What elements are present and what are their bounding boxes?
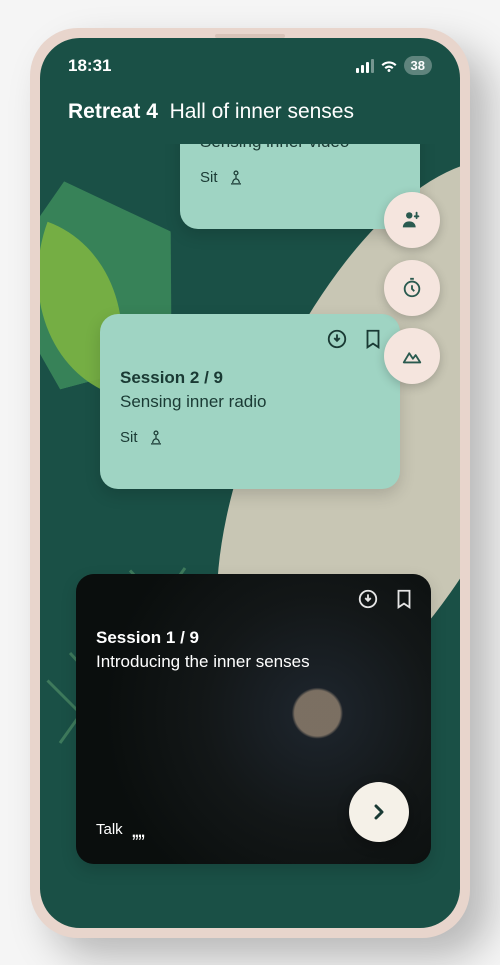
wifi-icon xyxy=(380,57,398,75)
chevron-right-icon xyxy=(367,800,391,824)
session-number: Session 1 / 9 xyxy=(96,628,411,648)
play-button[interactable] xyxy=(349,782,409,842)
profile-button[interactable] xyxy=(384,192,440,248)
meditation-icon xyxy=(226,168,246,188)
card-actions xyxy=(326,328,384,350)
session-type: Sit xyxy=(120,428,380,448)
signal-icon xyxy=(356,59,374,73)
status-time: 18:31 xyxy=(68,56,111,76)
landscape-button[interactable] xyxy=(384,328,440,384)
session-title: Sensing inner radio xyxy=(120,392,380,412)
session-title: Sensing inner video xyxy=(200,144,400,152)
quote-icon: ,,,, xyxy=(131,824,143,835)
session-card-1[interactable]: Session 1 / 9 Introducing the inner sens… xyxy=(76,574,431,864)
status-bar: 18:31 38 xyxy=(40,38,460,86)
retreat-number: Retreat 4 xyxy=(68,100,158,123)
session-title: Introducing the inner senses xyxy=(96,652,411,672)
bookmark-icon[interactable] xyxy=(362,328,384,350)
session-type: Talk ,,,, xyxy=(96,821,143,838)
session-type: Sit xyxy=(200,168,400,188)
timer-icon xyxy=(401,277,423,299)
mountain-icon xyxy=(401,345,423,367)
meditation-icon xyxy=(146,428,166,448)
phone-frame: 18:31 38 Retreat 4 Hall of inner senses xyxy=(30,28,470,938)
session-number: Session 2 / 9 xyxy=(120,368,380,388)
retreat-title: Hall of inner senses xyxy=(170,100,354,123)
card-actions xyxy=(357,588,415,610)
page-header: Retreat 4 Hall of inner senses xyxy=(40,86,460,144)
bookmark-icon[interactable] xyxy=(393,588,415,610)
session-card-2[interactable]: Session 2 / 9 Sensing inner radio Sit xyxy=(100,314,400,489)
session-list[interactable]: Sensing inner video Sit Session 2 / 9 Se… xyxy=(40,144,460,904)
status-right: 38 xyxy=(356,56,432,75)
timer-button[interactable] xyxy=(384,260,440,316)
person-icon xyxy=(401,209,423,231)
app-screen: 18:31 38 Retreat 4 Hall of inner senses xyxy=(40,38,460,928)
fab-stack xyxy=(384,192,440,384)
battery-level: 38 xyxy=(404,56,432,75)
download-icon[interactable] xyxy=(357,588,379,610)
download-icon[interactable] xyxy=(326,328,348,350)
